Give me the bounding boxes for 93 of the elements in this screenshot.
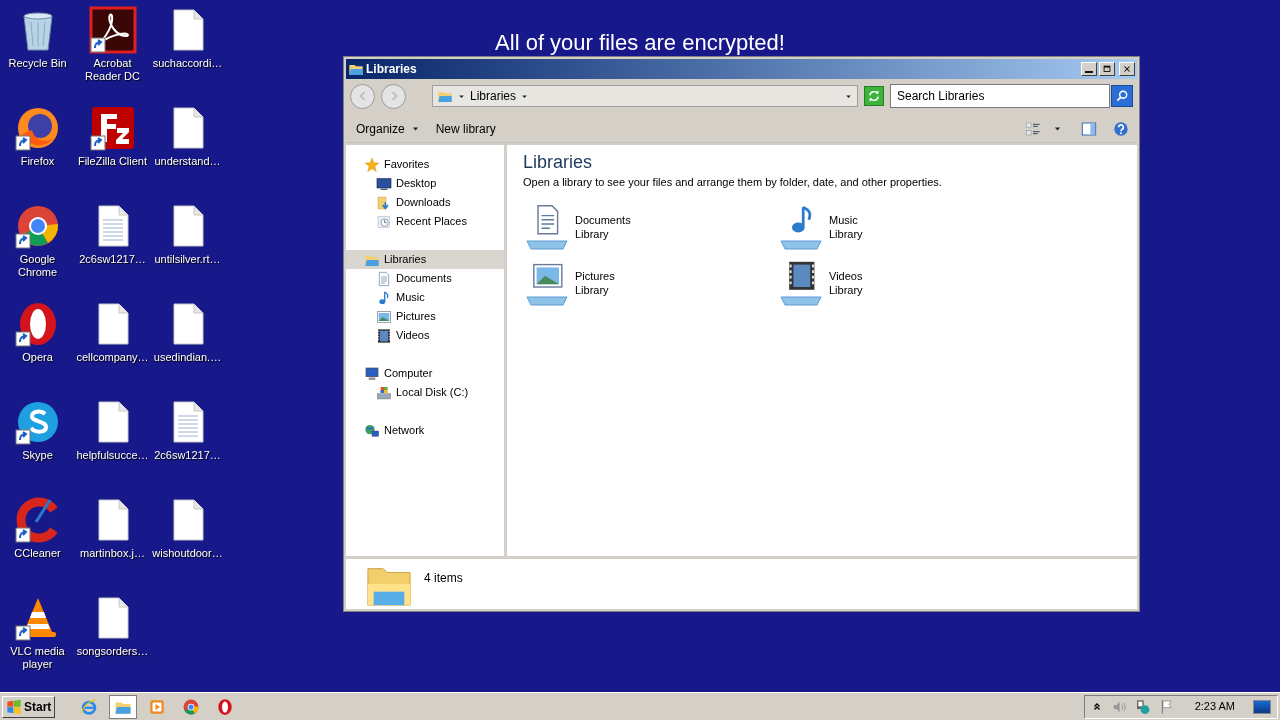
- icon-label[interactable]: 2c6sw1217…: [150, 449, 225, 462]
- clock-icon: [376, 213, 392, 230]
- page-description: Open a library to see your files and arrange them by folder, date, and other properties.: [523, 175, 943, 190]
- media-player-icon: [148, 697, 167, 716]
- page-heading: Libraries: [523, 151, 594, 173]
- monitor-icon: [376, 175, 392, 192]
- nav-item[interactable]: Recent Places: [346, 212, 504, 231]
- clock-time: 2:23 AM: [1194, 699, 1235, 715]
- nav-item[interactable]: Libraries: [346, 250, 504, 269]
- icon-label[interactable]: usedindian.…: [150, 351, 225, 364]
- start-button[interactable]: Start: [2, 695, 56, 718]
- show-desktop-button[interactable]: [1253, 699, 1271, 714]
- caret-icon: [410, 124, 420, 133]
- network-icon: [1134, 698, 1151, 715]
- icon-label[interactable]: Google Chrome: [0, 253, 75, 279]
- folder-taskbar-button[interactable]: [109, 694, 138, 719]
- computer-icon: [364, 365, 380, 382]
- icon-label[interactable]: songsorders…: [75, 645, 150, 658]
- icon-label[interactable]: Skype: [0, 449, 75, 462]
- icon-label[interactable]: Recycle Bin: [0, 57, 75, 70]
- icon-label[interactable]: helpfulsucce…: [75, 449, 150, 462]
- item-count: 4 items: [424, 570, 463, 587]
- search-field[interactable]: Search Libraries: [890, 84, 1110, 108]
- library-type: Library: [829, 282, 863, 297]
- nav-item[interactable]: Favorites: [346, 155, 504, 174]
- nav-item[interactable]: Videos: [346, 326, 504, 345]
- nav-item[interactable]: Pictures: [346, 307, 504, 326]
- library-type: Library: [575, 282, 610, 297]
- network-icon: [364, 422, 380, 439]
- maximize-button[interactable]: [1099, 62, 1115, 76]
- nav-item[interactable]: Local Disk (C:): [346, 383, 504, 402]
- library-name: Documents: [575, 212, 631, 227]
- browser-icon: [80, 697, 99, 716]
- icon-label[interactable]: Opera: [0, 351, 75, 364]
- star-icon: [364, 156, 380, 173]
- icon-label[interactable]: CCleaner: [0, 547, 75, 560]
- address-bar[interactable]: Libraries: [432, 85, 858, 107]
- library-item[interactable]: Documents Library: [523, 202, 723, 255]
- nav-item[interactable]: Computer: [346, 364, 504, 383]
- nav-item[interactable]: Music: [346, 288, 504, 307]
- document-icon: [376, 270, 392, 287]
- library-type: Library: [829, 226, 863, 241]
- nav-item[interactable]: Documents: [346, 269, 504, 288]
- download-folder-icon: [376, 194, 392, 211]
- library-name: Music: [829, 212, 859, 227]
- icon-label[interactable]: 2c6sw1217…: [75, 253, 150, 266]
- picture-icon: [376, 308, 392, 325]
- close-icon: [1122, 64, 1132, 74]
- nav-item[interactable]: Desktop: [346, 174, 504, 193]
- view-options-button[interactable]: [1023, 119, 1043, 138]
- help-icon: [1113, 120, 1129, 137]
- opera-icon: [216, 697, 235, 716]
- minimize-icon: [1085, 71, 1093, 73]
- minimize-button[interactable]: [1081, 62, 1097, 76]
- caret-icon: [1052, 124, 1062, 133]
- search-icon: [1115, 89, 1129, 103]
- icon-label[interactable]: untilsilver.rt…: [150, 253, 225, 266]
- refresh-button[interactable]: [864, 86, 884, 106]
- icon-label[interactable]: wishoutdoor…: [150, 547, 225, 560]
- library-name: Videos: [829, 268, 863, 283]
- search-button[interactable]: [1111, 85, 1133, 107]
- icon-label[interactable]: understand…: [150, 155, 225, 168]
- document-library-icon: [523, 202, 571, 251]
- breadcrumb-item[interactable]: Libraries: [470, 87, 517, 105]
- organize-menu-button[interactable]: Organize: [352, 119, 424, 138]
- icon-label[interactable]: Acrobat Reader DC: [75, 57, 150, 83]
- disk-icon: [376, 384, 392, 401]
- four-squares-icon: [6, 698, 22, 715]
- film-icon: [376, 327, 392, 344]
- refresh-icon: [867, 89, 881, 103]
- icon-label[interactable]: FileZilla Client: [75, 155, 150, 168]
- preview-pane-button[interactable]: [1079, 119, 1099, 138]
- library-name: Pictures: [575, 268, 615, 283]
- maximize-icon: [1102, 64, 1112, 74]
- icon-label[interactable]: cellcompany…: [75, 351, 150, 364]
- chrome-icon: [182, 697, 201, 716]
- nav-item[interactable]: Network: [346, 421, 504, 440]
- preview-pane-icon: [1081, 120, 1097, 137]
- banner-text: All of your files are encrypted!: [494, 29, 786, 57]
- icon-label[interactable]: Firefox: [0, 155, 75, 168]
- window-title: Libraries: [366, 61, 418, 78]
- library-item[interactable]: Pictures Library: [523, 258, 723, 311]
- icon-label[interactable]: martinbox.j…: [75, 547, 150, 560]
- toolbar-button[interactable]: New library: [431, 119, 500, 138]
- help-button[interactable]: [1111, 119, 1131, 138]
- icon-label[interactable]: suchaccordi…: [150, 57, 225, 70]
- library-type: Library: [575, 226, 610, 241]
- nav-item[interactable]: Downloads: [346, 193, 504, 212]
- icon-label[interactable]: VLC media player: [0, 645, 75, 671]
- library-item[interactable]: Videos Library: [777, 258, 977, 311]
- close-button[interactable]: [1119, 62, 1135, 76]
- view-list-icon: [1025, 120, 1041, 137]
- library-item[interactable]: Music Library: [777, 202, 977, 255]
